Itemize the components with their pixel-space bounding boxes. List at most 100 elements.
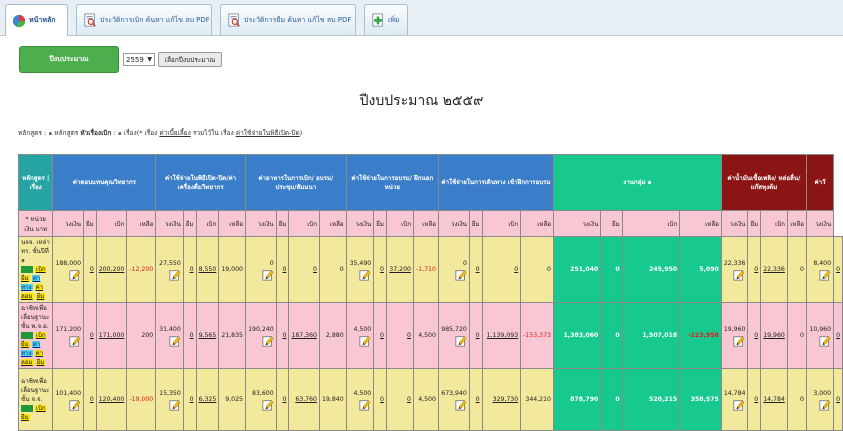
cell-budget: 0	[437, 236, 470, 303]
edit-icon[interactable]	[69, 399, 81, 411]
add-document-icon	[372, 13, 383, 27]
cell-text: 0	[799, 266, 804, 273]
header-travel: ค่าใช้จ่ายในการเดินทาง เข้าฝึกการอบรม	[437, 154, 554, 211]
cell-text: 0	[799, 332, 804, 339]
choose-year-button[interactable]: เลือกปีงบประมาณ	[158, 52, 222, 67]
status-chip: ■	[21, 266, 33, 273]
edit-icon[interactable]	[262, 269, 274, 281]
cell-withdraw[interactable]: 187,360	[288, 302, 320, 369]
summary-link-ceremony[interactable]: ค่าใช้จ่ายในพิธีเปิด-ปิด	[236, 129, 300, 137]
cell-remain: -123,958	[679, 302, 722, 369]
edit-icon[interactable]	[455, 399, 467, 411]
tab-home[interactable]: หน้าหลัก	[5, 4, 68, 36]
edit-icon[interactable]	[359, 269, 371, 281]
cell-budget-value: 4,500	[353, 326, 372, 333]
chevron-down-icon: ▼	[147, 56, 152, 63]
sub-budget: วงเงิน	[720, 210, 749, 237]
cell-remain: 2,880	[318, 302, 347, 369]
edit-icon[interactable]	[455, 335, 467, 347]
tab-withdraw-history-label: ประวัติการเบิก ค้นหา แก้ไข ลบ PDF	[100, 15, 210, 24]
cell-budget-value: 101,400	[55, 390, 82, 397]
cell-budget-value: 673,940	[441, 390, 467, 397]
cell-withdraw[interactable]: 1,139,093	[481, 302, 522, 369]
edit-icon[interactable]	[819, 335, 831, 347]
cell-text: 19,000	[221, 266, 243, 273]
cell-budget-value: 8,400	[813, 260, 832, 267]
cell-text: 0	[615, 332, 620, 339]
row-link[interactable]: ยืม	[35, 359, 46, 366]
status-chip: ■	[21, 332, 33, 339]
edit-icon[interactable]	[455, 269, 467, 281]
edit-icon[interactable]	[733, 399, 745, 411]
tab-add[interactable]: เพิ่ม	[364, 4, 408, 35]
cell-withdraw[interactable]: 8,550	[195, 236, 220, 303]
sub-remain: เหลือ	[126, 210, 157, 237]
cell-text: 22,336	[763, 266, 785, 273]
table-row: ฉาซิทเพื่อเลื่อนฐานะชั้น พ.จ.อ. ■ เบิกยืม…	[17, 302, 843, 369]
edit-icon[interactable]	[819, 399, 831, 411]
summary-included-in: รวมไว้ใน เรื่อง	[192, 129, 234, 137]
cell-budget-value: 3,000	[813, 390, 832, 397]
cell-text: 8,550	[198, 266, 217, 273]
cell-budget-value: 83,600	[252, 390, 274, 397]
tab-home-label: หน้าหลัก	[29, 16, 56, 24]
cell-withdraw[interactable]: 171,000	[95, 302, 128, 369]
edit-icon[interactable]	[359, 335, 371, 347]
cell-text: 0	[547, 266, 551, 273]
cell-text: 0	[313, 266, 317, 273]
cell-remain: 0	[318, 236, 347, 303]
cell-withdraw[interactable]: 19,960	[760, 302, 788, 369]
cell-text: 21,835	[221, 332, 243, 339]
cell-withdraw: 245,950	[621, 236, 681, 303]
edit-icon[interactable]	[359, 399, 371, 411]
cell-budget: 251,040	[552, 236, 602, 303]
cell-budget: 10,960	[805, 302, 835, 369]
cell-text: 9,565	[198, 332, 217, 339]
edit-icon[interactable]	[733, 335, 745, 347]
edit-icon[interactable]	[169, 399, 181, 411]
cell-withdraw[interactable]: 9,565	[195, 302, 220, 369]
cell-remain: -153,373	[520, 302, 554, 369]
cell-withdraw[interactable]: 0	[385, 302, 414, 369]
summary-close: )	[299, 129, 303, 137]
cell-withdraw[interactable]: 37,200	[385, 236, 414, 303]
sub-budget: วงเงิน	[805, 210, 835, 237]
cell-text: 1,139,093	[486, 332, 519, 339]
header-group1: งานกลุ่ม ๑	[552, 154, 722, 211]
cell-withdraw[interactable]: 22,336	[760, 236, 788, 303]
cell-withdraw[interactable]: 0	[288, 236, 320, 303]
edit-icon[interactable]	[169, 269, 181, 281]
cell-borrow: 0	[468, 302, 483, 369]
cell-text: 4,500	[418, 332, 436, 339]
cell-budget-value: 0	[462, 260, 467, 267]
row-link[interactable]: ยืม	[35, 293, 46, 300]
sub-withdraw: เบิก	[385, 210, 414, 237]
tab-withdraw-history[interactable]: ประวัติการเบิก ค้นหา แก้ไข ลบ PDF	[76, 4, 212, 35]
cell-budget: 27,550	[155, 236, 184, 303]
edit-icon[interactable]	[69, 335, 81, 347]
cell-text: 171,000	[98, 332, 125, 339]
cell-borrow: 0	[275, 302, 290, 369]
table-body: นจจ. เหล่า ทร. ชั้นปีที่ ๑ ■ เบิกยืม ค่าท…	[17, 236, 843, 431]
edit-icon[interactable]	[262, 399, 274, 411]
edit-icon[interactable]	[69, 269, 81, 281]
cell-budget: 31,400	[155, 302, 184, 369]
sub-borrow: ยืม	[468, 210, 483, 237]
year-select[interactable]: 2559 ▼	[123, 53, 155, 66]
edit-icon[interactable]	[169, 335, 181, 347]
summary-link-allowance[interactable]: ค่าเบี้ยเลี้ยง	[159, 129, 190, 137]
cell-withdraw[interactable]: 200,200	[95, 236, 128, 303]
edit-icon[interactable]	[819, 269, 831, 281]
page-title: ปีงบประมาณ ๒๕๕๙	[359, 93, 484, 109]
edit-icon[interactable]	[262, 335, 274, 347]
cell-budget-value: 19,960	[723, 326, 746, 333]
cell-text: -123,958	[688, 332, 719, 339]
sub-budget: วงเงิน	[345, 210, 375, 237]
cell-text: 245,950	[649, 266, 678, 273]
cell-remain: -1,710	[412, 236, 439, 303]
budget-year-button[interactable]: ปีงบประมาณ	[19, 46, 119, 73]
cell-budget-value: 171,200	[55, 326, 82, 333]
cell-withdraw[interactable]: 0	[481, 236, 522, 303]
tab-borrow-history[interactable]: ประวัติการยืม ค้นหา แก้ไข ลบ PDF	[220, 4, 356, 35]
edit-icon[interactable]	[733, 269, 745, 281]
